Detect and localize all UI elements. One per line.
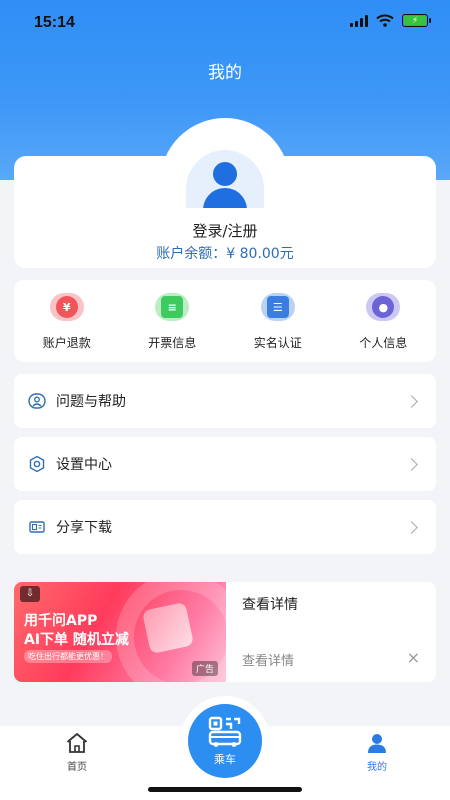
quick-action-invoice[interactable]: ≡ 开票信息 <box>120 280 226 362</box>
ad-card[interactable]: ⇩ 用千问APP AI下单 随机立减 吃住出行都能更优惠！ 广告 查看详情 查看… <box>14 582 436 682</box>
menu-help[interactable]: 问题与帮助 <box>14 374 436 428</box>
quick-action-label: 账户退款 <box>42 336 91 350</box>
help-icon <box>28 392 46 410</box>
quick-action-verify[interactable]: ☰ 实名认证 <box>225 280 331 362</box>
tab-mine[interactable]: 我的 <box>337 732 417 773</box>
chevron-right-icon <box>405 394 418 408</box>
invoice-icon: ≡ <box>153 292 191 322</box>
ad-headline: 用千问APP <box>24 613 98 629</box>
balance-value: ¥ 80.00元 <box>226 246 294 262</box>
share-icon <box>28 518 46 536</box>
tab-label: 我的 <box>367 762 387 773</box>
menu-settings[interactable]: 设置中心 <box>14 437 436 491</box>
tab-label: 首页 <box>67 762 87 773</box>
avatar[interactable] <box>184 146 266 208</box>
home-indicator <box>148 787 302 792</box>
gear-icon <box>28 455 46 473</box>
download-icon: ⇩ <box>20 586 40 602</box>
ride-label: 乘车 <box>214 752 236 766</box>
chevron-right-icon <box>405 520 418 534</box>
id-card-icon: ☰ <box>259 292 297 322</box>
wifi-icon <box>376 14 394 27</box>
ad-caption: 吃住出行都能更优惠！ <box>24 650 112 663</box>
user-icon <box>213 162 237 186</box>
balance-label: 账户余额： <box>156 246 227 262</box>
location-user-icon: ● <box>364 292 402 322</box>
ride-button[interactable]: 乘车 <box>188 704 262 778</box>
ad-title[interactable]: 查看详情 <box>242 594 298 614</box>
close-icon[interactable]: × <box>407 648 420 667</box>
home-icon <box>66 733 88 753</box>
status-time: 15:14 <box>34 14 75 31</box>
menu-share[interactable]: 分享下载 <box>14 500 436 554</box>
chevron-right-icon <box>405 457 418 471</box>
menu-label: 设置中心 <box>56 457 112 473</box>
quick-action-label: 实名认证 <box>253 336 302 350</box>
quick-action-profile[interactable]: ● 个人信息 <box>331 280 437 362</box>
gift-icon <box>141 601 195 655</box>
account-balance: 账户余额：¥ 80.00元 <box>0 243 450 263</box>
signal-icon <box>350 14 368 27</box>
quick-action-label: 开票信息 <box>148 336 197 350</box>
quick-actions: ¥ 账户退款 ≡ 开票信息 ☰ 实名认证 ● 个人信息 <box>14 280 436 362</box>
menu-label: 分享下载 <box>56 520 112 536</box>
status-icons: ⚡ <box>350 14 431 27</box>
page-title: 我的 <box>208 63 242 83</box>
refund-icon: ¥ <box>48 292 86 322</box>
tab-home[interactable]: 首页 <box>37 732 117 773</box>
ad-tag: 广告 <box>191 661 218 676</box>
ad-details-link[interactable]: 查看详情 <box>242 650 294 669</box>
user-icon <box>368 734 386 753</box>
menu-label: 问题与帮助 <box>56 394 126 410</box>
quick-action-refund[interactable]: ¥ 账户退款 <box>14 280 120 362</box>
ad-image[interactable]: ⇩ 用千问APP AI下单 随机立减 吃住出行都能更优惠！ 广告 <box>14 582 226 682</box>
quick-action-label: 个人信息 <box>359 336 408 350</box>
ad-subheadline: AI下单 随机立减 <box>24 632 129 648</box>
battery-icon: ⚡ <box>402 14 431 27</box>
login-register-link[interactable]: 登录/注册 <box>0 220 450 241</box>
qr-bus-icon <box>208 716 242 747</box>
status-bar: 15:14 ⚡ <box>0 0 450 46</box>
